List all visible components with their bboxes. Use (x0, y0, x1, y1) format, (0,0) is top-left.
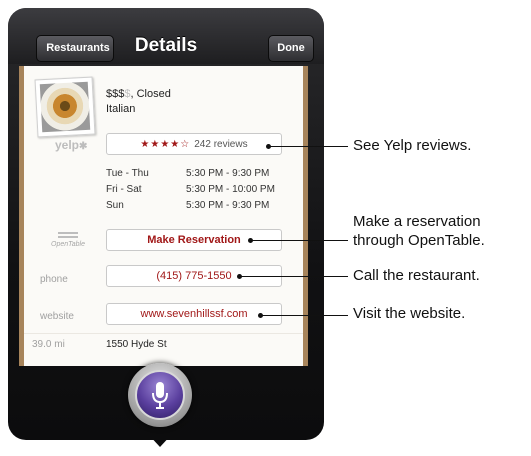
callout-yelp: See Yelp reviews. (353, 137, 472, 154)
phone-label: phone (40, 274, 68, 285)
callout-line (250, 240, 348, 241)
hours-day: Tue - Thu (106, 168, 149, 179)
restaurant-photo[interactable] (34, 76, 96, 138)
price-status-line: $$$$, Closed (106, 88, 171, 100)
hours-time: 5:30 PM - 9:30 PM (186, 200, 270, 211)
callout-line (260, 315, 348, 316)
hours-day: Fri - Sat (106, 184, 142, 195)
divider (24, 333, 303, 334)
done-button[interactable]: Done (268, 35, 314, 62)
navigation-bar: Restaurants Details Done (8, 8, 324, 64)
opentable-icon (58, 232, 78, 240)
callout-opentable-line-2: through OpenTable. (353, 232, 485, 249)
rating-stars: ★★★★☆ (140, 139, 191, 150)
price-text: $$$ (106, 88, 125, 100)
website-label: website (40, 311, 74, 322)
yelp-logo: yelp✱ (55, 138, 88, 152)
callout-website: Visit the website. (353, 305, 466, 322)
callout-line (268, 146, 348, 147)
website-link-button[interactable]: www.sevenhillssf.com (106, 303, 282, 325)
reviews-count: 242 reviews (194, 139, 248, 150)
distance-text: 39.0 mi (32, 339, 65, 350)
hours-day: Sun (106, 200, 124, 211)
status-text: , Closed (130, 88, 171, 100)
callout-phone: Call the restaurant. (353, 267, 480, 284)
callout-opentable-line-1: Make a reservation (353, 213, 481, 230)
yelp-reviews-button[interactable]: ★★★★☆ 242 reviews (106, 133, 282, 155)
hours-time: 5:30 PM - 10:00 PM (186, 184, 275, 195)
opentable-logo: OpenTable (48, 232, 88, 248)
callout-pointer (147, 433, 173, 447)
callout-line (239, 276, 348, 277)
microphone-icon (152, 382, 168, 409)
cuisine-text: Italian (106, 103, 136, 115)
address-text[interactable]: 1550 Hyde St (106, 339, 167, 350)
hours-time: 5:30 PM - 9:30 PM (186, 168, 270, 179)
